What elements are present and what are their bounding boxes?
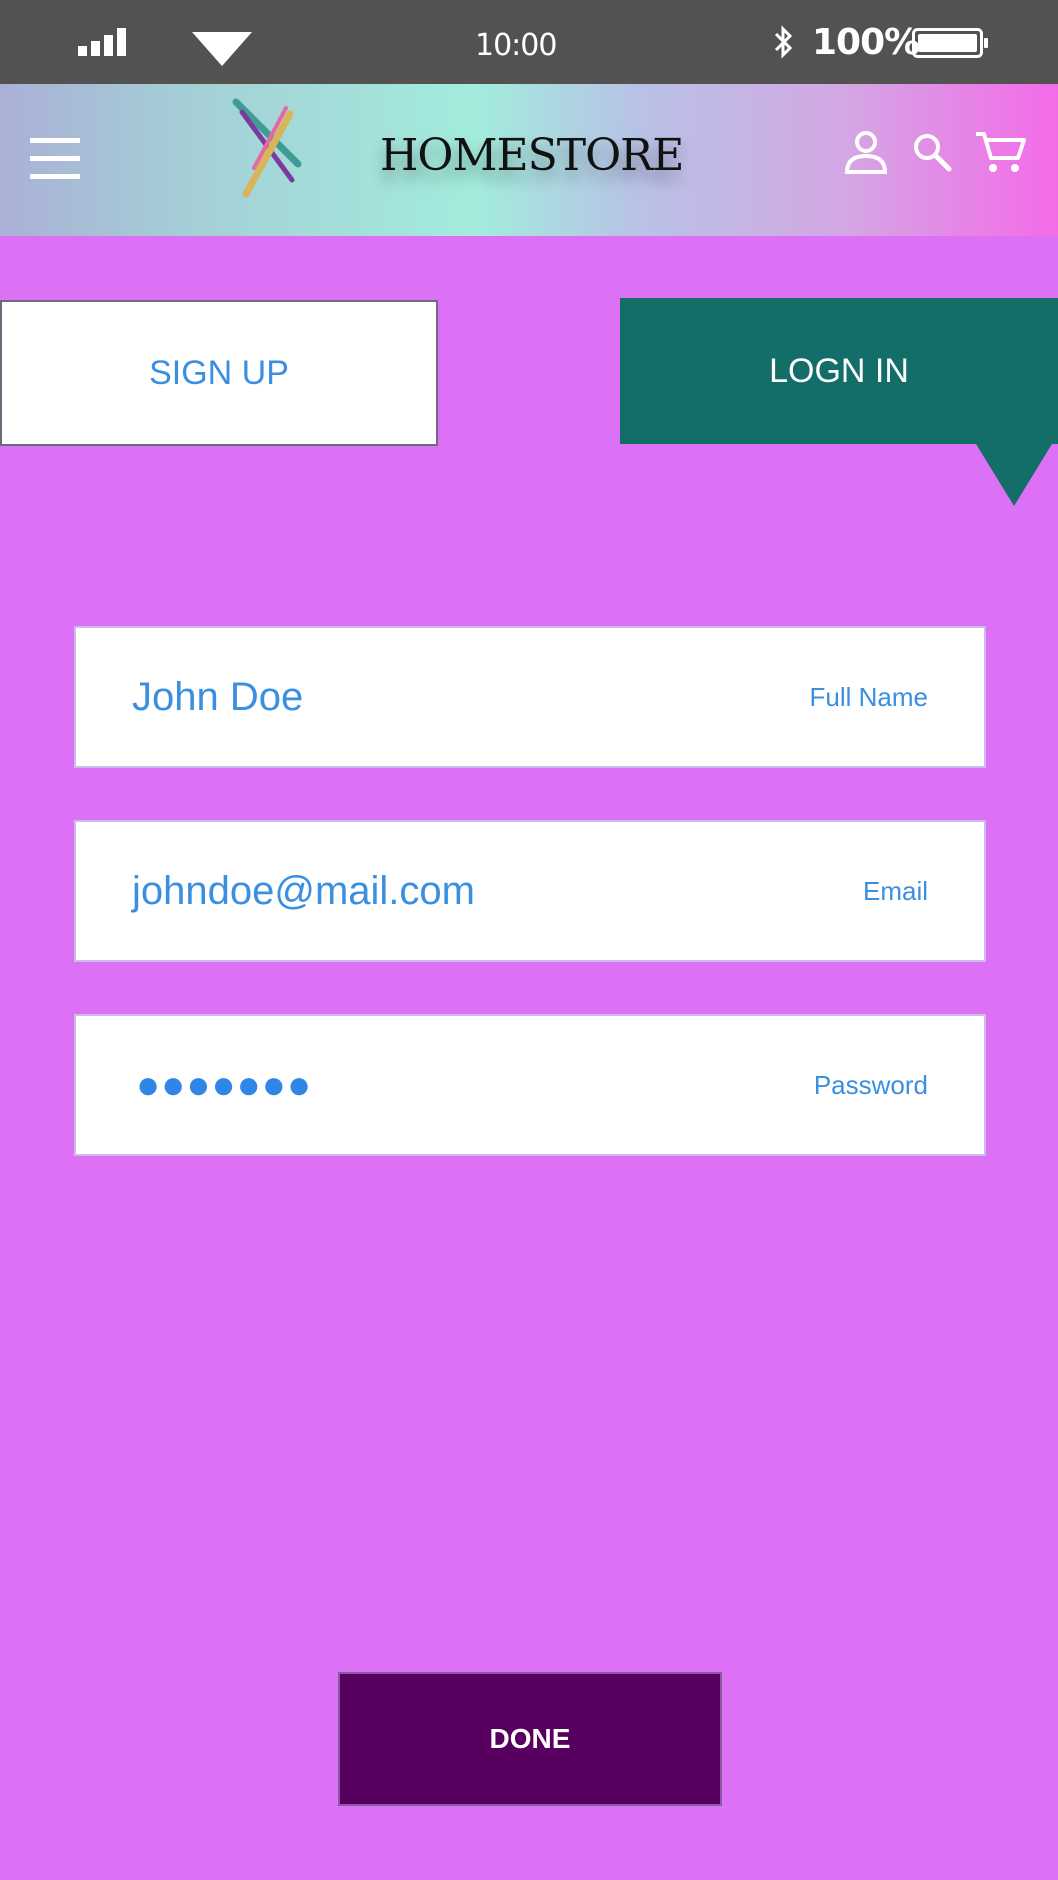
password-label: Password xyxy=(813,1069,928,1100)
status-time: 10:00 xyxy=(475,28,557,63)
user-icon[interactable] xyxy=(844,130,888,174)
email-label: Email xyxy=(862,875,928,906)
full-name-value: John Doe xyxy=(132,674,304,719)
hamburger-menu-icon[interactable] xyxy=(30,134,80,184)
battery-icon xyxy=(912,28,988,58)
password-field[interactable]: ●●●●●●● Password xyxy=(74,1014,986,1156)
tab-sign-up[interactable]: SIGN UP xyxy=(0,300,438,446)
active-tab-indicator xyxy=(976,444,1052,506)
full-name-field[interactable]: John Doe Full Name xyxy=(74,626,986,768)
wifi-icon xyxy=(192,32,252,66)
status-bar: 10:00 100% xyxy=(0,0,1058,84)
logo-icon xyxy=(232,98,302,198)
email-value: johndoe@mail.com xyxy=(132,868,475,913)
battery-percent: 100% xyxy=(812,22,920,63)
cart-icon[interactable] xyxy=(974,130,1026,174)
bluetooth-icon xyxy=(774,25,793,59)
email-field[interactable]: johndoe@mail.com Email xyxy=(74,820,986,962)
tab-log-in[interactable]: LOGN IN xyxy=(620,298,1058,444)
full-name-label: Full Name xyxy=(809,681,928,712)
done-button[interactable]: DONE xyxy=(338,1672,722,1806)
signal-icon xyxy=(78,28,126,56)
password-value: ●●●●●●● xyxy=(136,1062,313,1107)
search-icon[interactable] xyxy=(912,132,952,172)
app-header: HOMESTORE xyxy=(0,84,1058,236)
brand-title: HOMESTORE xyxy=(380,130,684,181)
